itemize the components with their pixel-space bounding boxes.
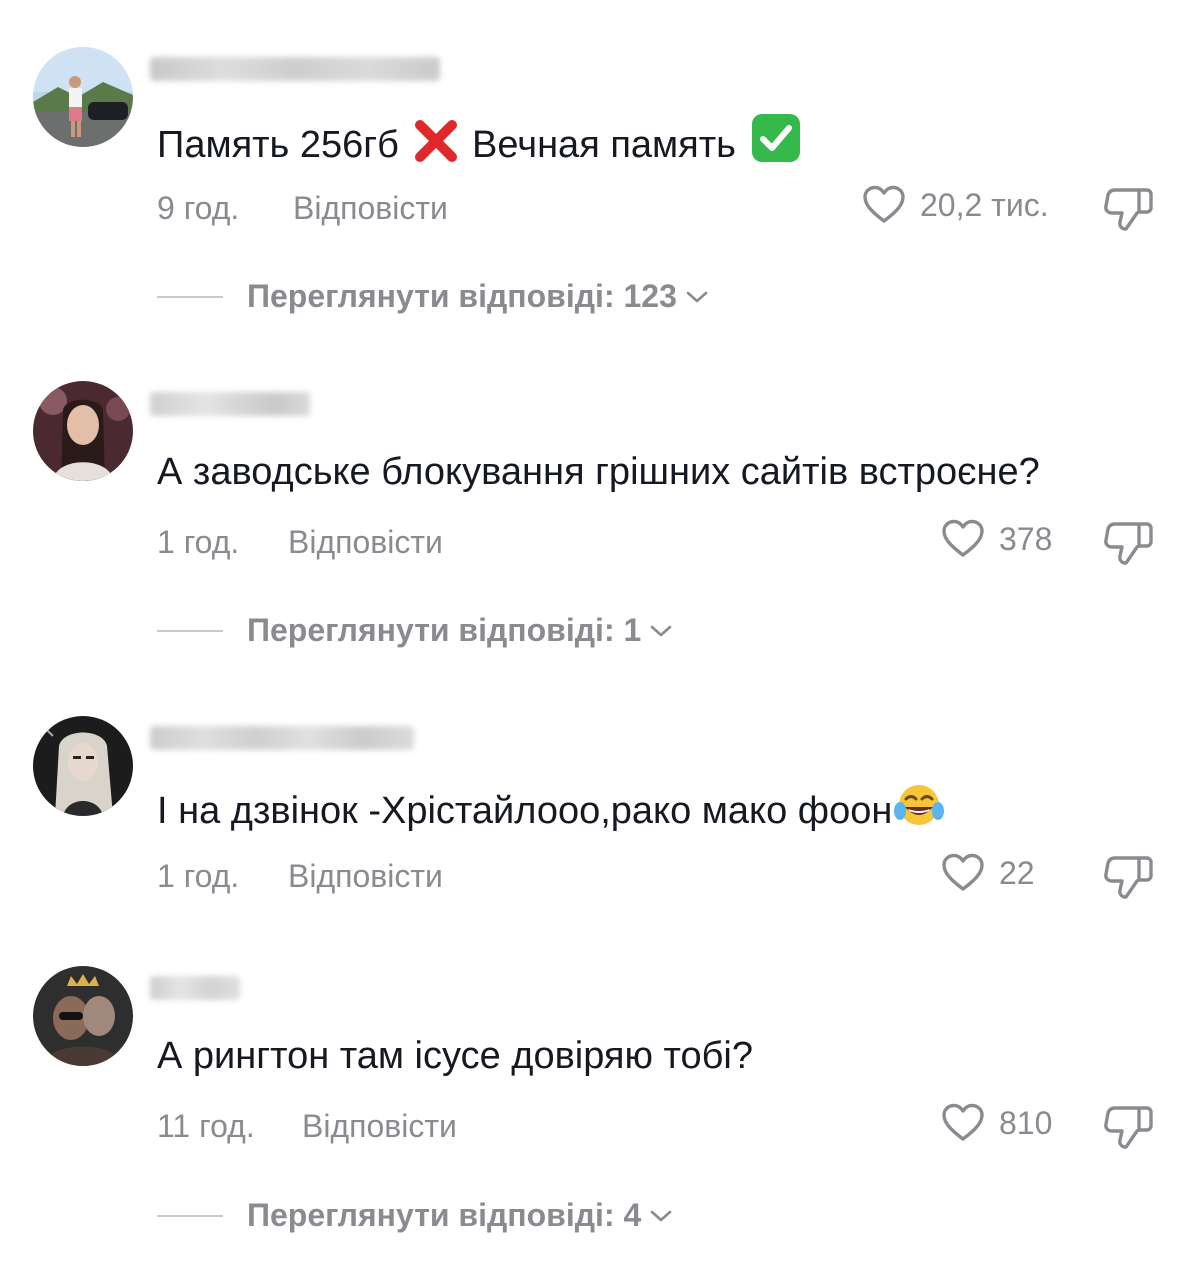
avatar[interactable] [33,381,133,481]
comment-meta: 11 год. Відповісти [157,1106,457,1146]
comment-time: 1 год. [157,524,240,560]
chevron-down-icon [650,1210,672,1221]
thumbs-down-icon [1104,1106,1153,1149]
tears-of-joy-icon [894,783,945,840]
comment-meta: 1 год. Відповісти [157,522,443,562]
avatar[interactable] [33,716,133,816]
dislike-button[interactable] [1103,186,1155,232]
like-button[interactable]: 378 [941,519,1052,559]
dislike-button[interactable] [1103,1104,1155,1150]
heart-outline-icon [942,1103,984,1141]
heart-outline-icon [942,853,984,891]
avatar[interactable] [33,47,133,147]
cross-mark-icon [414,119,458,174]
username[interactable] [150,726,414,750]
comment-meta: 9 год. Відповісти [157,188,448,228]
like-button[interactable]: 22 [941,853,1035,893]
view-replies-button[interactable]: Переглянути відповіді: 123 [157,278,709,315]
like-count: 20,2 тис. [920,186,1049,223]
comment-text: Память 256гб Вечная память [157,113,805,174]
divider [157,295,223,298]
heart-outline-icon [942,519,984,557]
reply-button[interactable]: Відповісти [302,1106,457,1146]
dislike-button[interactable] [1103,854,1155,900]
comment-text: І на дзвінок -Хрістайлооо,рако мако фоон [157,783,948,840]
view-replies-button[interactable]: Переглянути відповіді: 1 [157,612,673,649]
heart-outline-icon [863,185,905,223]
chevron-down-icon [650,625,672,636]
comment-time: 11 год. [157,1108,255,1144]
thumbs-down-icon [1104,856,1153,899]
comment-meta: 1 год. Відповісти [157,856,443,896]
comment-text: А рингтон там ісусе довіряю тобі? [157,1035,753,1077]
like-count: 378 [999,520,1053,557]
comment-text: А заводське блокування грішних сайтів вс… [157,451,1040,493]
username[interactable] [150,976,240,1000]
like-button[interactable]: 20,2 тис. [862,185,1049,225]
divider [157,629,223,632]
reply-button[interactable]: Відповісти [288,522,443,562]
thumbs-down-icon [1104,522,1153,565]
view-replies-button[interactable]: Переглянути відповіді: 4 [157,1197,673,1234]
comment-time: 1 год. [157,858,240,894]
username[interactable] [150,392,310,416]
like-count: 810 [999,1104,1053,1141]
chevron-down-icon [686,291,708,302]
like-button[interactable]: 810 [941,1103,1052,1143]
username[interactable] [150,57,440,81]
avatar[interactable] [33,966,133,1066]
dislike-button[interactable] [1103,520,1155,566]
reply-button[interactable]: Відповісти [293,188,448,228]
like-count: 22 [999,854,1035,891]
reply-button[interactable]: Відповісти [288,856,443,896]
thumbs-down-icon [1104,188,1153,231]
divider [157,1214,223,1217]
check-mark-icon [751,113,801,174]
comment-time: 9 год. [157,190,240,226]
